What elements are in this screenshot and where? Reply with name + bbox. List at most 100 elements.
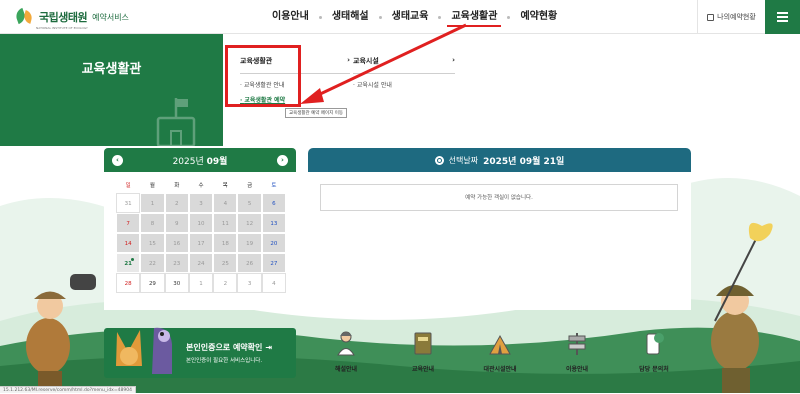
calendar-day[interactable]: 4 (261, 273, 287, 293)
service-label: 해설안내 (334, 366, 358, 373)
chevron-right-icon: › (347, 56, 350, 64)
calendar-day[interactable]: 30 (164, 273, 189, 293)
calendar-day[interactable]: 27 (261, 253, 287, 273)
calendar-day[interactable]: 1 (188, 273, 214, 293)
calendar-day[interactable]: 29 (140, 273, 165, 293)
calendar-day[interactable]: 8 (140, 213, 165, 233)
nav-dropdown-panel: 교육생활관 › · 교육생활관 안내 · 교육생활관 예약 교육시설 › · 교… (223, 34, 800, 146)
calendar-day[interactable]: 20 (261, 233, 287, 253)
calendar-day[interactable]: 25 (213, 253, 238, 273)
calendar-day[interactable]: 14 (116, 233, 141, 253)
calendar-month-title: 2025년 09월 (172, 156, 228, 167)
calendar-day[interactable]: 9 (164, 213, 189, 233)
tent-icon (489, 334, 511, 355)
weekday-label: 화 (174, 183, 180, 189)
reservation-header: 선택날짜 2025년 09월 21일 (308, 148, 691, 172)
login-arrow-icon: ⇥ (265, 343, 272, 352)
book-icon (414, 332, 432, 355)
calendar-day[interactable]: 6 (261, 193, 287, 213)
service-facility[interactable]: 대관시설안내 (470, 330, 530, 373)
reservation-panel: 선택날짜 2025년 09월 21일 예약 가능한 객실이 없습니다. (308, 148, 691, 310)
calendar-day[interactable]: 11 (213, 213, 238, 233)
hamburger-menu-button[interactable] (765, 0, 800, 34)
calendar-day[interactable]: 7 (116, 213, 141, 233)
calendar-day[interactable]: 17 (188, 233, 214, 253)
calendar-day[interactable]: 16 (164, 233, 189, 253)
calendar-day[interactable]: 24 (188, 253, 214, 273)
no-rooms-message: 예약 가능한 객실이 없습니다. (320, 184, 678, 211)
guide-person-icon (337, 331, 355, 356)
clock-icon (434, 155, 444, 165)
phone-chat-icon (646, 333, 664, 355)
calendar-day[interactable]: 28 (116, 273, 141, 293)
calendar-day[interactable]: 5 (237, 193, 262, 213)
dropdown-heading-facility[interactable]: 교육시설 › (353, 56, 455, 74)
calendar-icon (707, 13, 715, 21)
selected-date-label: 선택날짜 (448, 155, 479, 165)
weekday-label: 토 (271, 183, 277, 189)
mascot-illustration (116, 327, 172, 374)
highlight-box (225, 45, 301, 107)
logo-subtitle: 예약서비스 (92, 12, 129, 22)
calendar-header: ‹ 2025년 09월 › (104, 148, 296, 172)
calendar-day[interactable]: 26 (237, 253, 262, 273)
calendar-grid: 일 월 화 수 목 금 토 31 1 2 3 4 5 6 7 8 9 10 11 12 13 14 15 16 17 18 19 20… (116, 180, 287, 293)
signpost-icon (568, 333, 586, 355)
weekday-label: 목 (222, 183, 228, 189)
calendar-day[interactable]: 10 (188, 213, 214, 233)
service-label: 교육안내 (411, 366, 435, 373)
weekday-label: 월 (149, 183, 155, 189)
weekday-label: 일 (125, 183, 131, 189)
site-header: 국립생태원 예약서비스 NATIONAL INSTITUTE OF ECOLOG… (0, 0, 800, 34)
calendar-day[interactable]: 23 (164, 253, 189, 273)
calendar-day[interactable]: 2 (213, 273, 238, 293)
my-reservation-link[interactable]: 나의예약현황 (697, 0, 765, 34)
calendar-day[interactable]: 21 (116, 253, 141, 273)
service-education[interactable]: 교육안내 (393, 330, 453, 373)
calendar-day[interactable]: 15 (140, 233, 165, 253)
next-month-button[interactable]: › (277, 154, 288, 166)
calendar-day[interactable]: 3 (237, 273, 262, 293)
main-nav: 이용안내 생태해설 생태교육 교육생활관 예약현황 (262, 0, 567, 34)
identity-check-subtitle: 본인인증이 필요한 서비스입니다. (186, 358, 263, 364)
my-reservation-label: 나의예약현황 (717, 13, 756, 21)
calendar-day[interactable]: 3 (188, 193, 214, 213)
prev-month-button[interactable]: ‹ (112, 154, 123, 166)
calendar-day[interactable]: 4 (213, 193, 238, 213)
calendar-day[interactable]: 22 (140, 253, 165, 273)
selected-date-value: 2025년 09월 21일 (483, 156, 565, 167)
link-tooltip: 교육생활관 예약 페이지 이동 (285, 108, 347, 118)
calendar-body: 일 월 화 수 목 금 토 31 1 2 3 4 5 6 7 8 9 10 11 12 13 14 15 16 17 18 19 20… (104, 172, 296, 310)
browser-status-url: 15.1.212.63/MI.reserve/comm/html.do?menu… (0, 386, 136, 393)
page-title: 교육생활관 (81, 62, 142, 77)
calendar-day[interactable]: 31 (116, 193, 141, 213)
calendar-day[interactable]: 13 (261, 213, 287, 233)
calendar-day[interactable]: 2 (164, 193, 189, 213)
service-usage[interactable]: 이용안내 (547, 330, 607, 373)
calendar-day[interactable]: 1 (140, 193, 165, 213)
service-contact[interactable]: 담당 문의처 (624, 330, 684, 373)
service-guide[interactable]: 해설안내 (316, 330, 376, 373)
calendar-day[interactable]: 19 (237, 233, 262, 253)
site-logo[interactable]: 국립생태원 예약서비스 NATIONAL INSTITUTE OF ECOLOG… (13, 7, 129, 30)
dropdown-heading-label: 교육시설 (353, 57, 379, 65)
service-label: 담당 문의처 (639, 366, 669, 373)
nav-item-reservation-status[interactable]: 예약현황 (510, 0, 567, 34)
nav-item-edu-lodge[interactable]: 교육생활관 (441, 0, 507, 34)
nav-item-eco-guide[interactable]: 생태해설 (322, 0, 379, 34)
calendar-day[interactable]: 12 (237, 213, 262, 233)
nav-item-eco-education[interactable]: 생태교육 (382, 0, 439, 34)
logo-leaf-icon (13, 7, 36, 27)
calendar-day[interactable]: 18 (213, 233, 238, 253)
calendar-widget: ‹ 2025년 09월 › 일 월 화 수 목 금 토 31 1 2 3 4 5 6 7 8 9 10 11 12 13… (104, 148, 296, 310)
logo-english: NATIONAL INSTITUTE OF ECOLOGY (36, 26, 88, 30)
dropdown-link-facility-info[interactable]: · 교육시설 안내 (353, 80, 455, 89)
weekday-label: 수 (198, 183, 204, 189)
identity-check-banner[interactable]: 본인인증으로 예약확인 ⇥ 본인인증이 필요한 서비스입니다. (104, 327, 296, 378)
chevron-right-icon: › (452, 56, 455, 64)
hero-banner: 교육생활관 (0, 34, 223, 146)
nav-item-usage[interactable]: 이용안내 (262, 0, 319, 34)
logo-title: 국립생태원 (39, 11, 88, 24)
building-flag-icon (156, 98, 196, 146)
weekday-label: 금 (247, 183, 253, 189)
